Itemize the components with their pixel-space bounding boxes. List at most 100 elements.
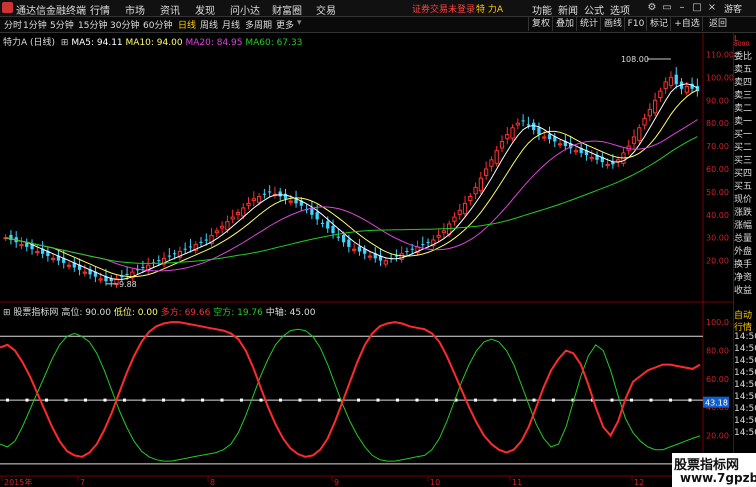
period-60min[interactable]: 60分钟 [143, 18, 172, 31]
price-axis-label: 110.00 [706, 50, 733, 59]
mid-axis-dot [181, 398, 185, 402]
period-monthly[interactable]: 月线 [222, 18, 240, 31]
candle [262, 188, 267, 199]
menu-jiaoyi[interactable]: 交易 [316, 2, 336, 17]
menu-gongneng[interactable]: 功能 [532, 2, 552, 17]
mid-axis-dot [669, 398, 672, 402]
candle [235, 209, 241, 220]
period-fenshi[interactable]: 分时 [4, 18, 22, 31]
candle [584, 144, 589, 161]
btn-f10[interactable]: F10 [624, 17, 647, 31]
menu-xuanxiang[interactable]: 选项 [610, 2, 630, 17]
quote-field-label: 卖一 [734, 117, 753, 127]
price-low-label: 9.88 [119, 280, 137, 289]
candle [268, 185, 272, 198]
mid-axis-dot [298, 398, 302, 402]
minimize-icon[interactable]: – [675, 1, 689, 14]
guest-label[interactable]: 游客 [724, 2, 742, 15]
btn-fuquan[interactable]: 复权 [528, 17, 553, 31]
btn-back[interactable]: 返回 [702, 17, 733, 31]
price-axis-label: 100.00 [706, 73, 733, 82]
candle [246, 197, 251, 210]
btn-biaoji[interactable]: 标记 [646, 17, 671, 31]
date-axis-label: 12 [634, 478, 644, 487]
tick-time: 14:50 [734, 380, 756, 390]
restore-icon[interactable]: ▭ [660, 1, 674, 14]
candle [25, 238, 29, 252]
menu-wenxiaoda[interactable]: 问小达 [230, 2, 260, 17]
period-multi[interactable]: 多周期 [245, 18, 272, 31]
candle [283, 188, 288, 205]
candle [378, 248, 383, 267]
period-15min[interactable]: 15分钟 [78, 18, 107, 31]
candle [405, 247, 409, 256]
menu-zixun[interactable]: 资讯 [160, 2, 180, 17]
menu-gongshi[interactable]: 公式 [584, 2, 604, 17]
mid-axis-dot [532, 398, 536, 402]
mid-axis-dot [415, 398, 419, 402]
mid-axis-dot [376, 398, 380, 402]
btn-diejia[interactable]: 叠加 [552, 17, 577, 31]
date-axis-label: 10 [430, 478, 440, 487]
candle [441, 223, 447, 239]
menu-faxian[interactable]: 发现 [195, 2, 215, 17]
quote-field-label: 换手 [734, 260, 753, 270]
watermark-url: www.7gpzb.com [680, 471, 756, 485]
candle [499, 135, 505, 153]
menu-caifuquan[interactable]: 财富圈 [272, 2, 302, 17]
candle [193, 241, 198, 254]
mid-axis-dot [357, 398, 360, 402]
mid-axis-dot [162, 398, 165, 402]
indicator-axis-label: 60.00 [706, 375, 729, 384]
quote-field-label: 买一 [734, 130, 753, 140]
rp-top-code: 8000 [734, 41, 750, 48]
more-chevron-icon[interactable]: ▾ [297, 18, 302, 28]
indicator-axis-label: 100.0 [706, 318, 729, 327]
period-5min[interactable]: 5分钟 [50, 18, 74, 31]
mid-axis-dot [688, 398, 692, 402]
candle [515, 118, 520, 130]
btn-add-favorite[interactable]: +自选 [670, 17, 703, 31]
close-icon[interactable]: × [705, 1, 719, 14]
candle [663, 77, 668, 94]
candle [589, 149, 594, 162]
settings-icon[interactable]: ⚙ [645, 1, 659, 14]
period-more[interactable]: 更多 [276, 18, 294, 31]
candle [468, 193, 473, 205]
quote-field-label: 涨幅 [734, 221, 753, 231]
candle [188, 238, 193, 253]
candle [167, 248, 171, 261]
candle [399, 246, 404, 263]
candle [72, 257, 76, 272]
period-30min[interactable]: 30分钟 [110, 18, 139, 31]
menu-shichang[interactable]: 市场 [125, 2, 145, 17]
tick-time: 14:50 [734, 344, 756, 354]
candle [668, 71, 674, 89]
current-value-label: 43.18 [705, 399, 728, 408]
period-1min[interactable]: 1分钟 [23, 18, 47, 31]
maximize-icon[interactable]: □ [690, 1, 704, 14]
candle [352, 242, 357, 254]
btn-huaxian[interactable]: 画线 [600, 17, 625, 31]
quote-field-label: 买二 [734, 143, 753, 153]
menu-xinwen[interactable]: 新闻 [558, 2, 578, 17]
period-toolbar: 分时 1分钟 5分钟 15分钟 30分钟 60分钟 日线 周线 月线 多周期 更… [0, 17, 756, 33]
period-weekly[interactable]: 周线 [200, 18, 218, 31]
candle [642, 113, 647, 130]
candle [66, 261, 72, 270]
candle [547, 126, 552, 144]
candle [30, 239, 34, 255]
chart-area[interactable]: 108.00 9.88 110.00 100.00 90.00 80.00 70.00 60… [0, 33, 733, 487]
login-warning[interactable]: 证券交易未登录 [412, 2, 475, 15]
btn-tongji[interactable]: 统计 [576, 17, 601, 31]
menu-hangqing[interactable]: 行情 [90, 2, 110, 17]
tick-time: 14:50 [734, 428, 756, 438]
candle [199, 237, 203, 247]
period-daily[interactable]: 日线 [178, 18, 196, 31]
price-axis-label: 70.00 [706, 142, 729, 151]
quote-field-label: 卖四 [734, 78, 753, 88]
candle [415, 240, 420, 256]
quote-field-label: 涨跌 [734, 208, 753, 218]
quote-field-label: 买五 [734, 182, 753, 192]
candle [51, 253, 56, 263]
